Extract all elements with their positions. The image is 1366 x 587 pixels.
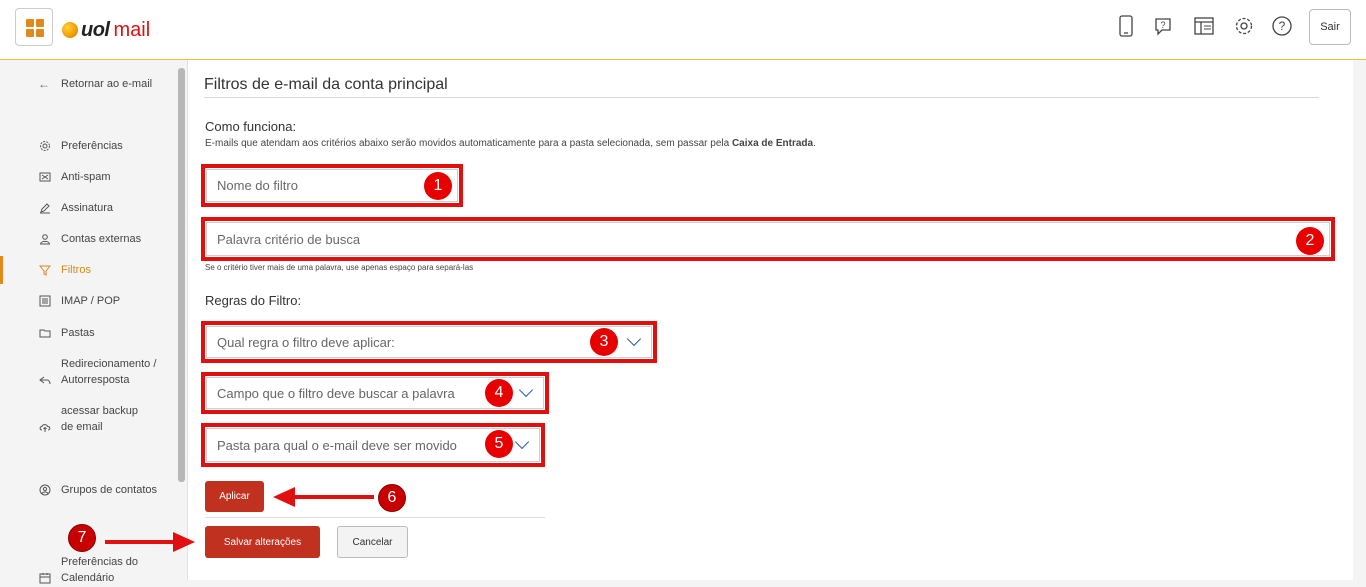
annotation-badge-2: 2 — [1296, 227, 1324, 255]
uol-logo-icon — [62, 22, 78, 38]
sidebar-item-pastas[interactable]: Pastas — [38, 325, 178, 341]
calendar-icon — [38, 571, 52, 585]
group-icon — [38, 483, 52, 497]
mobile-icon[interactable] — [1114, 14, 1138, 38]
layout-icon[interactable] — [1192, 14, 1216, 38]
uol-mail-logo[interactable]: uol mail — [62, 18, 150, 42]
sidebar-item-backup[interactable]: acessar backup de email — [38, 403, 178, 435]
svg-text:?: ? — [1279, 19, 1286, 33]
sidebar-item-grupos-contatos[interactable]: Grupos de contatos — [38, 482, 178, 498]
arrow-left-icon: ← — [38, 77, 50, 91]
spam-icon — [38, 170, 52, 184]
cancel-button[interactable]: Cancelar — [337, 526, 408, 558]
sidebar-item-anti-spam[interactable]: Anti-spam — [38, 169, 178, 185]
reply-icon — [38, 373, 52, 387]
save-changes-button[interactable]: Salvar alterações — [205, 526, 320, 558]
keyword-hint: Se o critério tiver mais de uma palavra,… — [205, 263, 474, 272]
svg-text:?: ? — [1160, 20, 1165, 30]
sidebar-scrollbar[interactable] — [178, 68, 185, 482]
annotation-badge-4: 4 — [485, 379, 513, 407]
sidebar-item-assinatura[interactable]: Assinatura — [38, 200, 178, 216]
title-divider — [204, 97, 1319, 98]
rule-select[interactable]: Qual regra o filtro deve aplicar: — [206, 326, 652, 358]
gear-icon[interactable] — [1232, 14, 1256, 38]
apply-button[interactable]: Aplicar — [205, 481, 264, 512]
user-icon — [38, 232, 52, 246]
sidebar-item-contas-externas[interactable]: Contas externas — [38, 231, 178, 247]
pen-icon — [38, 201, 52, 215]
annotation-badge-7: 7 — [68, 524, 96, 552]
back-to-email-link[interactable]: ← Retornar ao e-mail — [38, 77, 152, 91]
filter-icon — [38, 263, 52, 277]
buttons-divider — [205, 517, 545, 518]
sidebar-item-calendario[interactable]: Preferências do Calendário — [38, 554, 178, 586]
apps-grid-button[interactable] — [15, 8, 53, 46]
sidebar-item-filtros[interactable]: Filtros — [38, 262, 178, 278]
filter-rules-title: Regras do Filtro: — [205, 293, 302, 308]
logo-uol-text: uol — [81, 18, 110, 41]
keyword-input[interactable] — [206, 222, 1330, 256]
sidebar-item-redirecionamento[interactable]: Redirecionamento / Autorresposta — [38, 356, 178, 388]
filter-name-input[interactable] — [206, 169, 458, 202]
annotation-badge-1: 1 — [424, 172, 452, 200]
arrow-6-line — [292, 495, 374, 499]
arrow-7-head — [173, 532, 195, 552]
folder-icon — [38, 326, 52, 340]
top-header: uol mail ? ? Sair — [0, 0, 1366, 60]
how-it-works-text: E-mails que atendam aos critérios abaixo… — [205, 138, 816, 149]
how-it-works-title: Como funciona: — [205, 119, 297, 134]
help-chat-icon[interactable]: ? — [1151, 14, 1175, 38]
chevron-down-icon — [514, 434, 530, 450]
logo-mail-text: mail — [113, 18, 151, 41]
help-icon[interactable]: ? — [1270, 14, 1294, 38]
gear-icon — [38, 139, 52, 153]
annotation-badge-6: 6 — [378, 484, 406, 512]
cloud-icon — [38, 420, 52, 434]
sidebar-item-imap-pop[interactable]: IMAP / POP — [38, 293, 178, 309]
apps-grid-icon — [26, 19, 34, 27]
arrow-7-line — [105, 540, 175, 544]
chevron-down-icon — [518, 382, 534, 398]
annotation-badge-5: 5 — [485, 430, 513, 458]
logout-button[interactable]: Sair — [1309, 9, 1351, 45]
active-indicator — [0, 256, 3, 284]
chevron-down-icon — [626, 331, 642, 347]
annotation-badge-3: 3 — [590, 328, 618, 356]
list-icon — [38, 294, 52, 308]
page-title: Filtros de e-mail da conta principal — [204, 76, 448, 93]
sidebar-item-preferencias[interactable]: Preferências — [38, 138, 178, 154]
